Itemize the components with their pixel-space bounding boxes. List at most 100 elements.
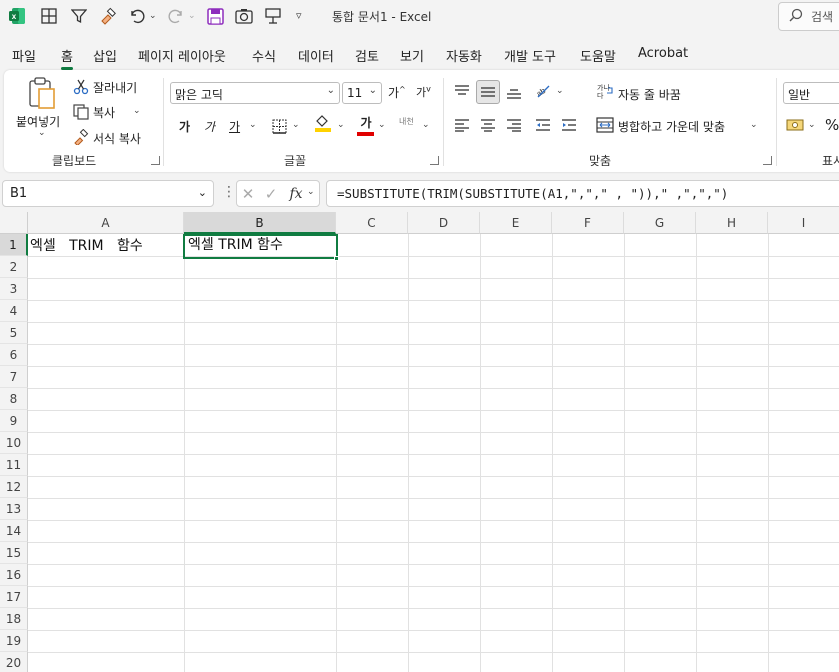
tab-insert[interactable]: 삽입: [93, 46, 117, 65]
percent-button[interactable]: %: [825, 116, 839, 134]
insert-function-button[interactable]: fx: [287, 185, 305, 203]
align-top-icon[interactable]: [453, 82, 471, 100]
undo-dropdown-icon[interactable]: ⌄: [149, 11, 157, 21]
customize-toolbar-icon[interactable]: ▿: [296, 9, 302, 22]
column-header-d[interactable]: D: [408, 212, 480, 234]
row-header-7[interactable]: 7: [0, 366, 28, 388]
number-format-dropdown[interactable]: 일반: [783, 82, 839, 104]
italic-button[interactable]: 가: [204, 118, 215, 135]
wrap-text-button[interactable]: 자동 줄 바꿈: [618, 86, 681, 103]
copy-dropdown-icon[interactable]: ⌄: [133, 106, 141, 116]
row-header-14[interactable]: 14: [0, 520, 28, 542]
select-all-corner[interactable]: [0, 212, 28, 234]
row-header-11[interactable]: 11: [0, 454, 28, 476]
cut-button[interactable]: 잘라내기: [93, 79, 137, 96]
copy-button[interactable]: 복사: [93, 104, 115, 121]
grow-font-button[interactable]: 가^: [388, 84, 406, 101]
currency-icon[interactable]: [786, 116, 804, 134]
row-header-2[interactable]: 2: [0, 256, 28, 278]
row-header-8[interactable]: 8: [0, 388, 28, 410]
save-icon[interactable]: [205, 6, 225, 26]
align-bottom-icon[interactable]: [505, 84, 523, 102]
more-options-icon[interactable]: ⋮: [222, 184, 236, 200]
row-header-16[interactable]: 16: [0, 564, 28, 586]
wrap-text-icon[interactable]: 가나 다: [596, 82, 614, 100]
screen-icon[interactable]: [263, 6, 283, 26]
column-header-b[interactable]: B: [184, 212, 336, 234]
tab-view[interactable]: 보기: [400, 46, 424, 65]
filter-icon[interactable]: [69, 6, 89, 26]
tab-file[interactable]: 파일: [12, 46, 36, 65]
fill-color-dropdown-icon[interactable]: ⌄: [337, 120, 345, 130]
phonetic-dropdown-icon[interactable]: ⌄: [422, 120, 430, 130]
increase-indent-icon[interactable]: [560, 116, 578, 134]
column-header-h[interactable]: H: [696, 212, 768, 234]
font-name-dropdown[interactable]: 맑은 고딕 ⌄: [170, 82, 340, 104]
fx-dropdown-icon[interactable]: ⌄: [307, 187, 315, 197]
underline-button[interactable]: 가: [229, 118, 240, 135]
tab-review[interactable]: 검토: [355, 46, 379, 65]
column-header-e[interactable]: E: [480, 212, 552, 234]
decrease-indent-icon[interactable]: [534, 116, 552, 134]
orientation-icon[interactable]: ab: [534, 82, 552, 100]
merge-center-icon[interactable]: [596, 116, 614, 134]
row-header-3[interactable]: 3: [0, 278, 28, 300]
align-right-icon[interactable]: [505, 116, 523, 134]
tab-acrobat[interactable]: Acrobat: [638, 46, 688, 61]
currency-dropdown-icon[interactable]: ⌄: [808, 120, 816, 130]
cut-icon[interactable]: [72, 78, 90, 96]
tab-automate[interactable]: 자동화: [446, 46, 482, 65]
merge-dropdown-icon[interactable]: ⌄: [750, 120, 758, 130]
font-launcher-icon[interactable]: [430, 156, 439, 165]
row-header-20[interactable]: 20: [0, 652, 28, 672]
underline-dropdown-icon[interactable]: ⌄: [249, 120, 257, 130]
redo-icon[interactable]: [166, 6, 186, 26]
font-color-dropdown-icon[interactable]: ⌄: [378, 120, 386, 130]
row-header-18[interactable]: 18: [0, 608, 28, 630]
column-header-f[interactable]: F: [552, 212, 624, 234]
formula-input[interactable]: =SUBSTITUTE(TRIM(SUBSTITUTE(A1,","," , "…: [326, 180, 839, 207]
redo-dropdown-icon[interactable]: ⌄: [188, 11, 196, 21]
column-header-c[interactable]: C: [336, 212, 408, 234]
row-header-19[interactable]: 19: [0, 630, 28, 652]
format-painter-ribbon-icon[interactable]: [72, 128, 90, 146]
row-header-6[interactable]: 6: [0, 344, 28, 366]
tab-developer[interactable]: 개발 도구: [504, 46, 556, 65]
fill-handle[interactable]: [334, 256, 339, 261]
font-size-dropdown[interactable]: 11 ⌄: [342, 82, 382, 104]
tab-formulas[interactable]: 수식: [252, 46, 276, 65]
tab-home[interactable]: 홈: [61, 46, 73, 70]
tab-help[interactable]: 도움말: [580, 46, 616, 65]
border-icon[interactable]: [270, 117, 288, 135]
align-middle-icon[interactable]: [476, 80, 500, 104]
tab-page-layout[interactable]: 페이지 레이아웃: [138, 46, 226, 65]
cancel-icon[interactable]: ✕: [239, 185, 257, 203]
row-header-13[interactable]: 13: [0, 498, 28, 520]
copy-icon[interactable]: [72, 103, 90, 121]
alignment-launcher-icon[interactable]: [763, 156, 772, 165]
paste-dropdown-icon[interactable]: ⌄: [38, 128, 46, 138]
format-painter-button[interactable]: 서식 복사: [93, 130, 141, 147]
align-center-icon[interactable]: [479, 116, 497, 134]
row-header-4[interactable]: 4: [0, 300, 28, 322]
table-icon[interactable]: [39, 6, 59, 26]
name-box[interactable]: B1 ⌄: [2, 180, 214, 207]
row-header-5[interactable]: 5: [0, 322, 28, 344]
camera-icon[interactable]: [234, 6, 254, 26]
clipboard-launcher-icon[interactable]: [151, 156, 160, 165]
row-header-15[interactable]: 15: [0, 542, 28, 564]
fill-color-icon[interactable]: [314, 114, 332, 132]
cell-a1[interactable]: 엑셀 TRIM 함수: [28, 235, 184, 257]
column-header-i[interactable]: I: [768, 212, 839, 234]
tab-data[interactable]: 데이터: [298, 46, 334, 65]
align-left-icon[interactable]: [453, 116, 471, 134]
row-header-10[interactable]: 10: [0, 432, 28, 454]
row-header-12[interactable]: 12: [0, 476, 28, 498]
row-header-17[interactable]: 17: [0, 586, 28, 608]
worksheet-grid[interactable]: A B C D E F G H I 1 2 3 4 5 6 7 8 9 10 11 12 13 14 15 1…: [0, 212, 839, 672]
bold-button[interactable]: 가: [179, 118, 190, 135]
paste-icon[interactable]: [26, 76, 58, 110]
format-painter-icon[interactable]: [98, 6, 118, 26]
font-color-button[interactable]: 가: [357, 114, 375, 136]
row-header-1[interactable]: 1: [0, 234, 28, 256]
